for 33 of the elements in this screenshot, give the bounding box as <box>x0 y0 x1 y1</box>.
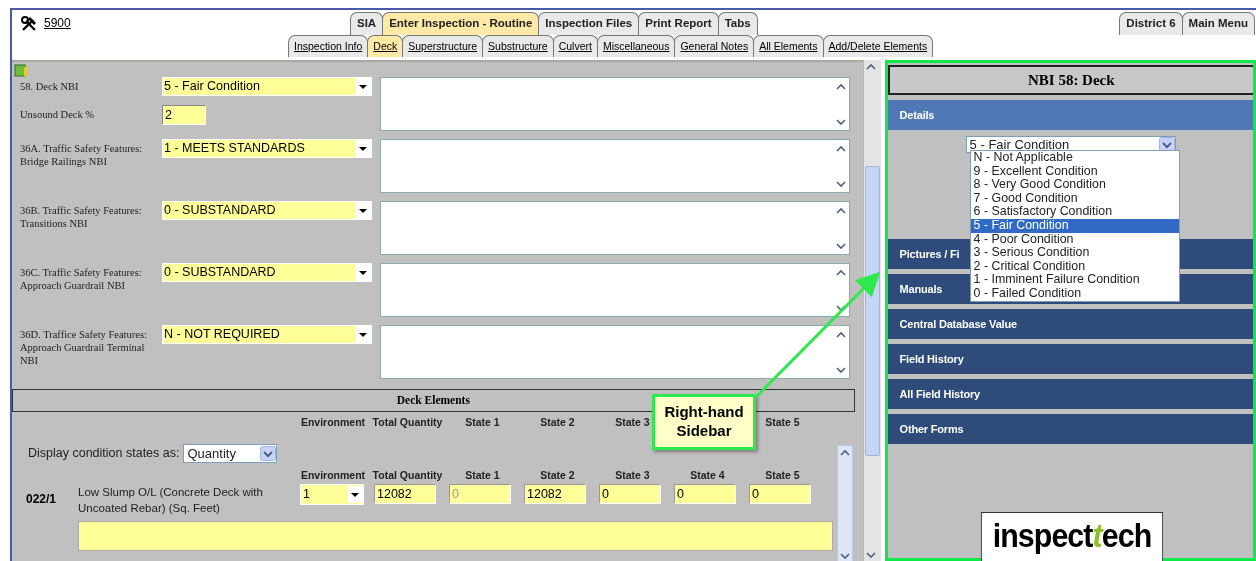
column-header: Environment <box>299 416 367 428</box>
field-label: 36A. Traffic Safety Features: Bridge Railings NBI <box>20 142 144 168</box>
column-header: State 1 <box>464 416 501 428</box>
column-header: State 3 <box>614 416 651 428</box>
select-value: 0 - SUBSTANDARD <box>164 202 276 220</box>
select-value: 0 - SUBSTANDARD <box>164 264 276 282</box>
select-value: 1 <box>303 486 310 504</box>
field-label: 36C. Traffic Safety Features: Approach Guardrail NBI <box>20 266 143 292</box>
column-header: Environment <box>299 469 367 481</box>
column-header: Total Quantity <box>371 469 444 481</box>
column-header: State 4 <box>689 469 726 481</box>
column-header: State 2 <box>539 416 576 428</box>
column-header: State 5 <box>764 469 801 481</box>
element-description: Low Slump O/L (Concrete Deck with Uncoated Rebar) (Sq. Feet) <box>78 485 264 516</box>
field-label: 36B. Traffic Safety Features: Transitions NBI <box>20 204 143 230</box>
field-label: 36D. Traffice Safety Features: Approach Guardrail Terminal NBI <box>20 328 148 367</box>
column-header: State 5 <box>764 416 801 428</box>
column-header: State 2 <box>539 469 576 481</box>
column-header: Total Quantity <box>371 416 444 428</box>
select-value: N - NOT REQUIRED <box>164 326 280 344</box>
select-value: 5 - Fair Condition <box>969 135 1070 152</box>
field-label: Unsound Deck % <box>20 108 96 121</box>
display-label: Display condition states as: <box>28 445 180 463</box>
select-value: 5 - Fair Condition <box>164 78 260 96</box>
sidebar-title: NBI 58: Deck <box>887 65 1253 95</box>
element-code: 022/1 <box>25 491 58 508</box>
column-header: State 3 <box>614 469 651 481</box>
state-input: 0 <box>449 484 511 504</box>
logo: inspecttech <box>980 512 1163 561</box>
select-value: 1 - MEETS STANDARDS <box>164 140 305 158</box>
select-value: Quantity <box>187 444 236 463</box>
field-label: 58. Deck NBI <box>20 80 80 93</box>
column-header: State 1 <box>464 469 501 481</box>
